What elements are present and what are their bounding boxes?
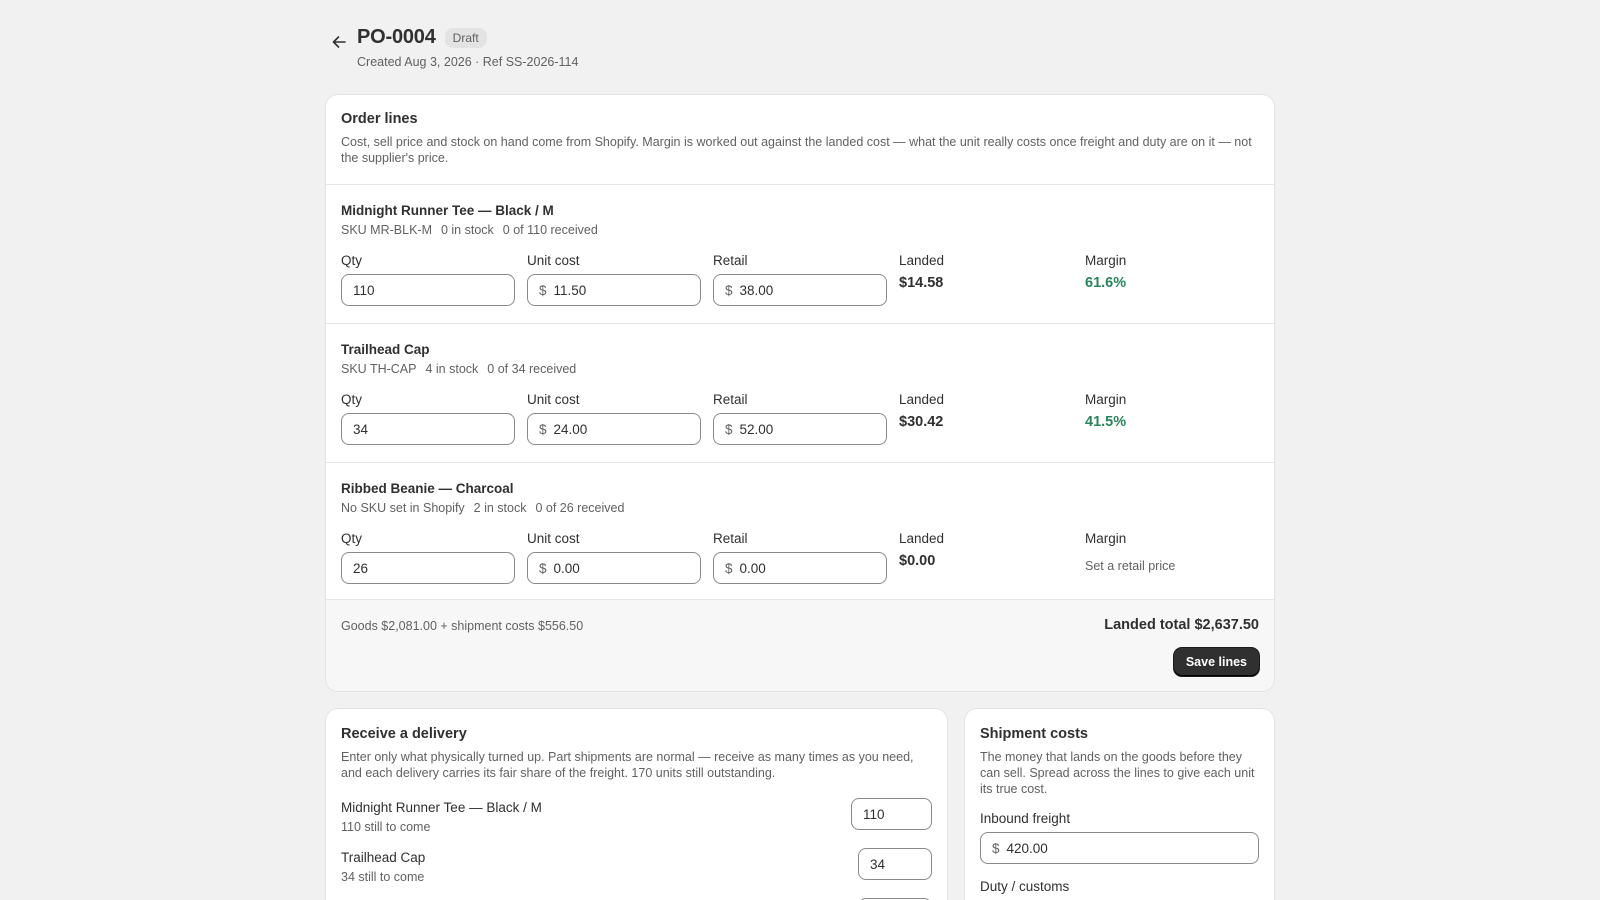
- line-received: 0 of 26 received: [535, 501, 625, 515]
- landed-value: $14.58: [899, 275, 944, 291]
- landed-label: Landed: [899, 392, 945, 407]
- qty-input[interactable]: 110: [341, 274, 515, 306]
- qty-label: Qty: [341, 531, 363, 546]
- duty-customs-label: Duty / customs: [980, 879, 1070, 894]
- margin-hint: Set a retail price: [1085, 559, 1176, 573]
- page-title: PO-0004: [357, 26, 436, 48]
- currency-prefix: $: [539, 282, 547, 298]
- currency-prefix: $: [725, 560, 733, 576]
- unit-cost-value: 24.00: [553, 421, 588, 437]
- qty-input[interactable]: 34: [341, 413, 515, 445]
- receive-item-name: Midnight Runner Tee — Black / M: [341, 800, 542, 815]
- inbound-freight-value: 420.00: [1006, 840, 1048, 856]
- unit-cost-label: Unit cost: [527, 392, 580, 407]
- inbound-freight-input[interactable]: $ 420.00: [980, 832, 1259, 864]
- line-product-name: Midnight Runner Tee — Black / M: [341, 203, 554, 218]
- line-product-name: Trailhead Cap: [341, 342, 430, 357]
- qty-label: Qty: [341, 253, 363, 268]
- arrow-left-icon: [332, 36, 346, 48]
- line-sku: No SKU set in Shopify: [341, 501, 465, 515]
- receive-qty-value: 110: [863, 806, 885, 822]
- currency-prefix: $: [539, 560, 547, 576]
- receive-item-remaining: 34 still to come: [341, 870, 425, 884]
- qty-input[interactable]: 26: [341, 552, 515, 584]
- currency-prefix: $: [539, 421, 547, 437]
- order-lines-card: Order lines Cost, sell price and stock o…: [326, 95, 1274, 691]
- retail-label: Retail: [713, 392, 748, 407]
- retail-input[interactable]: $ 0.00: [713, 552, 887, 584]
- retail-value: 52.00: [739, 421, 774, 437]
- landed-total: Landed total $2,637.50: [1104, 617, 1259, 633]
- cost-summary: Goods $2,081.00 + shipment costs $556.50: [341, 619, 584, 633]
- receive-item-name: Trailhead Cap: [341, 850, 426, 865]
- receive-qty-value: 34: [870, 856, 886, 872]
- landed-value: $30.42: [899, 414, 944, 430]
- page-subtitle: Created Aug 3, 2026 · Ref SS-2026-114: [357, 55, 579, 69]
- line-stock: 2 in stock: [473, 501, 527, 515]
- unit-cost-input[interactable]: $ 0.00: [527, 552, 701, 584]
- line-sku: SKU TH-CAP: [341, 362, 417, 376]
- retail-value: 0.00: [739, 560, 766, 576]
- margin-value: 41.5%: [1085, 414, 1127, 430]
- margin-label: Margin: [1085, 253, 1127, 268]
- shipment-description: The money that lands on the goods before…: [980, 750, 1255, 796]
- qty-value: 34: [353, 421, 369, 437]
- order-lines-title: Order lines: [341, 111, 418, 127]
- receive-item: Trailhead Cap 34 still to come 34: [341, 848, 932, 890]
- shipment-costs-card: Shipment costs The money that lands on t…: [965, 709, 1274, 900]
- status-badge: Draft: [444, 27, 487, 48]
- order-line: Midnight Runner Tee — Black / M SKU MR-B…: [326, 185, 1274, 324]
- order-line: Trailhead Cap SKU TH-CAP 4 in stock 0 of…: [326, 324, 1274, 463]
- qty-label: Qty: [341, 392, 363, 407]
- line-product-name: Ribbed Beanie — Charcoal: [341, 481, 514, 496]
- margin-label: Margin: [1085, 531, 1127, 546]
- qty-value: 110: [353, 282, 375, 298]
- receive-title: Receive a delivery: [341, 726, 467, 742]
- currency-prefix: $: [725, 421, 733, 437]
- retail-input[interactable]: $ 52.00: [713, 413, 887, 445]
- save-lines-button[interactable]: Save lines: [1173, 648, 1259, 676]
- retail-label: Retail: [713, 531, 748, 546]
- receive-qty-input[interactable]: 34: [858, 848, 932, 880]
- order-lines-footer: Goods $2,081.00 + shipment costs $556.50…: [326, 599, 1274, 691]
- retail-input[interactable]: $ 38.00: [713, 274, 887, 306]
- receive-item: Midnight Runner Tee — Black / M 110 stil…: [341, 798, 932, 840]
- unit-cost-value: 0.00: [553, 560, 580, 576]
- unit-cost-label: Unit cost: [527, 253, 580, 268]
- line-stock: 0 in stock: [440, 223, 494, 237]
- landed-label: Landed: [899, 531, 945, 546]
- unit-cost-input[interactable]: $ 11.50: [527, 274, 701, 306]
- landed-value: $0.00: [899, 553, 936, 569]
- receive-qty-input[interactable]: 110: [851, 798, 932, 830]
- unit-cost-value: 11.50: [553, 282, 587, 298]
- line-stock: 4 in stock: [425, 362, 479, 376]
- landed-label: Landed: [899, 253, 945, 268]
- currency-prefix: $: [992, 840, 1000, 856]
- shipment-title: Shipment costs: [980, 726, 1088, 742]
- receive-delivery-card: Receive a delivery Enter only what physi…: [326, 709, 947, 900]
- unit-cost-input[interactable]: $ 24.00: [527, 413, 701, 445]
- retail-label: Retail: [713, 253, 748, 268]
- inbound-freight-label: Inbound freight: [980, 811, 1071, 826]
- retail-value: 38.00: [739, 282, 774, 298]
- receive-description: Enter only what physically turned up. Pa…: [341, 750, 914, 780]
- qty-value: 26: [353, 560, 369, 576]
- line-received: 0 of 110 received: [502, 223, 598, 237]
- back-button[interactable]: [326, 29, 352, 55]
- purchase-order-page: PO-0004 Draft Created Aug 3, 2026 · Ref …: [0, 0, 1600, 900]
- order-lines-description: Cost, sell price and stock on hand come …: [341, 135, 1252, 165]
- margin-label: Margin: [1085, 392, 1127, 407]
- order-line: Ribbed Beanie — Charcoal No SKU set in S…: [326, 463, 1274, 601]
- margin-value: 61.6%: [1085, 275, 1127, 291]
- receive-item-remaining: 110 still to come: [341, 820, 431, 834]
- unit-cost-label: Unit cost: [527, 531, 580, 546]
- currency-prefix: $: [725, 282, 733, 298]
- line-sku: SKU MR-BLK-M: [341, 223, 432, 237]
- line-received: 0 of 34 received: [487, 362, 577, 376]
